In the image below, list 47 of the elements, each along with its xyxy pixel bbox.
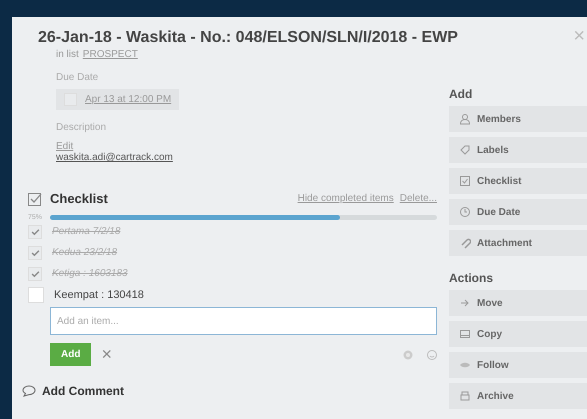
sidebar-button[interactable]: Follow [449, 352, 587, 378]
sidebar-button[interactable]: Archive [449, 383, 587, 409]
emoji-icon[interactable] [427, 350, 437, 360]
sidebar-button[interactable]: Labels [449, 137, 587, 163]
card-title: 26-Jan-18 - Waskita - No.: 048/ELSON/SLN/I/2018 - EWP [38, 29, 458, 47]
checklist-title: Checklist [50, 191, 108, 206]
sidebar-button[interactable]: Copy [449, 321, 587, 347]
edit-link[interactable]: Edit [56, 141, 74, 152]
sidebar-button[interactable]: Attachment [449, 230, 587, 256]
sidebar-heading: Actions [449, 271, 494, 285]
description-text: waskita.adi@cartrack.com [56, 152, 173, 163]
paperclip-icon [459, 237, 471, 249]
hide-completed-link[interactable]: Hide completed items [298, 193, 394, 204]
checklist-item: Pertama 7/2/18 [52, 226, 120, 237]
check-icon [30, 270, 40, 278]
check-icon [30, 228, 40, 236]
checklist-item: Keempat : 130418 [54, 288, 144, 300]
sidebar-button[interactable]: Move [449, 290, 587, 316]
checkbox[interactable] [28, 266, 42, 280]
clock-icon [459, 206, 471, 218]
tag-icon [459, 144, 471, 156]
checklist-item: Kedua 23/2/18 [52, 247, 118, 258]
sidebar-button[interactable]: Checklist [449, 168, 587, 194]
add-comment-title: Add Comment [42, 384, 124, 398]
checklist-icon [28, 192, 42, 206]
arrow-icon [459, 297, 471, 309]
checklist-item: Ketiga : 1603183 [52, 268, 128, 279]
checklist-icon [459, 175, 471, 187]
checkbox[interactable] [28, 224, 42, 238]
add-item-field[interactable]: Add an item... [50, 307, 437, 335]
comment-icon [22, 385, 36, 397]
delete-link[interactable]: Delete... [400, 193, 437, 204]
sidebar-button[interactable]: Due Date [449, 199, 587, 225]
add-button[interactable]: Add [50, 343, 92, 366]
list-link[interactable]: PROSPECT [82, 49, 138, 60]
archive-icon [459, 390, 471, 402]
cancel-button[interactable]: × [101, 344, 112, 365]
sidebar-button[interactable]: Members [449, 106, 587, 132]
due-date-label: Due Date [56, 72, 100, 83]
card-icon [459, 328, 471, 340]
description-label: Description [56, 122, 108, 133]
sidebar-heading: Add [449, 87, 474, 101]
person-icon [459, 113, 471, 125]
checkbox[interactable] [28, 286, 44, 302]
list-prefix: in list [56, 49, 79, 60]
check-icon [30, 248, 40, 256]
checkbox[interactable] [28, 246, 42, 260]
